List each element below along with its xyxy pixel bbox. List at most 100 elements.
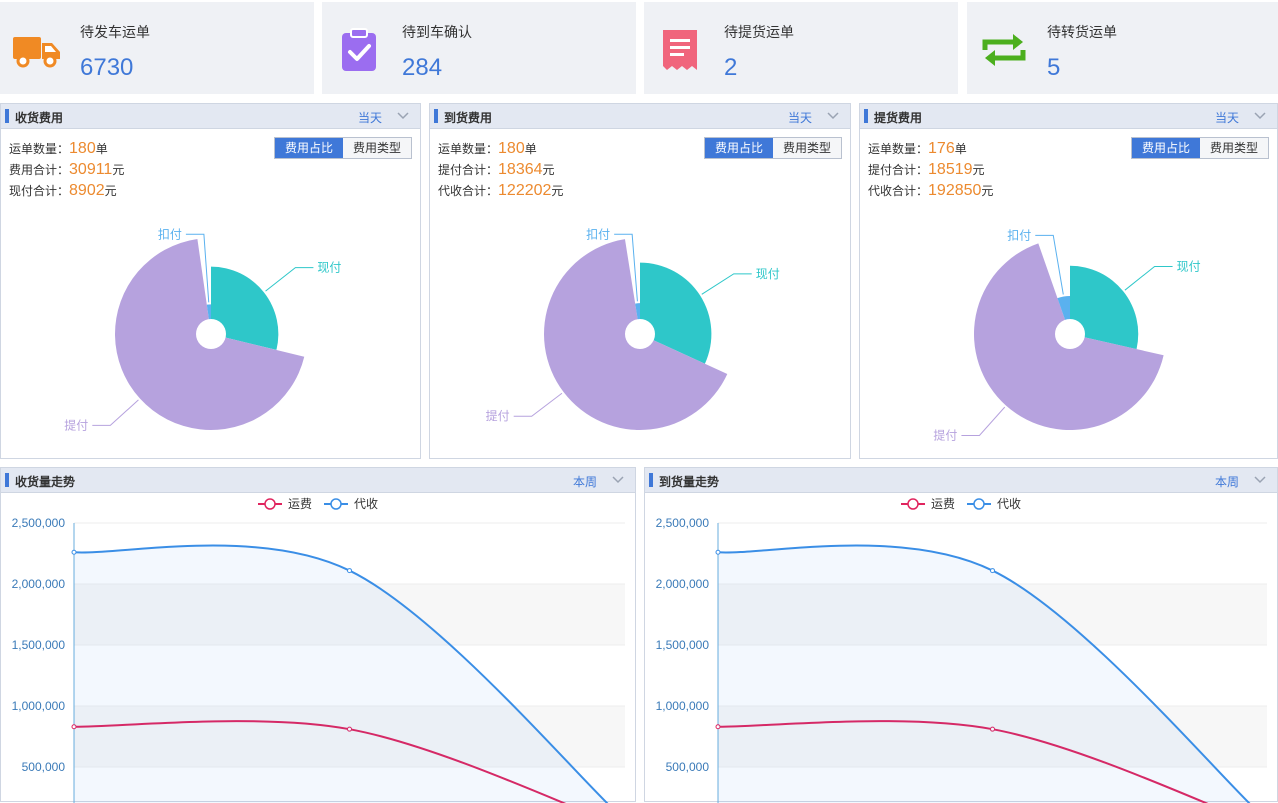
y-tick-label: 1,000,000	[656, 699, 710, 713]
y-tick-label: 500,000	[666, 760, 710, 774]
header-accent	[5, 109, 9, 123]
chevron-down-icon[interactable]	[826, 111, 840, 121]
pie-label-line	[513, 392, 563, 417]
stat-card-pending-arrival[interactable]: 待到车确认 284	[322, 2, 636, 94]
panel-header: 到货费用 当天	[430, 104, 850, 129]
legend-item[interactable]: 代收	[967, 497, 1021, 511]
fee-panel-arrival: 到货费用 当天 运单数量：180单 提付合计：18364元 代收合计：12220…	[429, 103, 851, 459]
toggle-fee-type[interactable]: 费用类型	[1199, 138, 1268, 158]
header-accent	[434, 109, 438, 123]
svg-text:运费: 运费	[288, 497, 312, 511]
fee-pie-chart: 现付提付 扣付	[486, 227, 780, 430]
legend-item[interactable]: 运费	[901, 497, 955, 511]
pie-label: 扣付	[586, 227, 610, 241]
y-tick-label: 2,500,000	[12, 516, 66, 530]
header-accent	[864, 109, 868, 123]
view-toggle: 费用占比 费用类型	[273, 137, 412, 159]
header-accent	[5, 473, 9, 487]
legend-item[interactable]: 代收	[324, 497, 378, 511]
pie-label-line	[701, 273, 752, 295]
data-point[interactable]	[715, 549, 721, 555]
stat-value: 5	[1047, 54, 1061, 81]
pie-label: 提付	[64, 417, 88, 432]
stat-card-pending-departure[interactable]: 待发车运单 6730	[0, 2, 314, 94]
data-point[interactable]	[347, 568, 352, 574]
stat-label: 待转货运单	[1047, 24, 1117, 40]
pie-label-line	[265, 267, 314, 292]
svg-text:运费: 运费	[931, 497, 955, 511]
receipt-icon	[663, 30, 697, 70]
pie-center-hole	[625, 319, 655, 349]
data-point[interactable]	[71, 549, 77, 555]
panel-title: 收货量走势	[15, 475, 76, 489]
range-select[interactable]: 本周	[573, 473, 597, 490]
pie-label: 现付	[317, 261, 341, 275]
y-tick-label: 500,000	[22, 760, 66, 774]
toggle-fee-ratio[interactable]: 费用占比	[704, 138, 773, 158]
pie-center-hole	[1055, 319, 1085, 349]
toggle-fee-type[interactable]: 费用类型	[342, 138, 411, 158]
metric-row: 运单数量：180单	[438, 140, 537, 157]
toggle-fee-type[interactable]: 费用类型	[772, 138, 841, 158]
trend-panel-receiving: 收货量走势 本周 2,500,000 2,000,000 1,500,000 1,00…	[0, 467, 636, 803]
legend-item[interactable]: 运费	[258, 497, 312, 511]
toggle-fee-ratio[interactable]: 费用占比	[1131, 138, 1200, 158]
panel-title: 提货费用	[874, 111, 923, 125]
stat-card-pending-transfer[interactable]: 待转货运单 5	[967, 2, 1278, 94]
clipboard-check-icon	[342, 28, 376, 71]
chevron-down-icon[interactable]	[611, 475, 625, 485]
metric-row: 运单数量：180单	[9, 140, 108, 157]
y-tick-label: 1,000,000	[12, 699, 66, 713]
pie-label: 现付	[756, 267, 780, 281]
svg-text:代收: 代收	[997, 497, 1021, 511]
stat-card-pending-pickup[interactable]: 待提货运单 2	[644, 2, 958, 94]
panel-title: 到货量走势	[659, 475, 720, 489]
view-toggle: 费用占比 费用类型	[1130, 137, 1269, 159]
metric-row: 提付合计：18519元	[868, 161, 985, 178]
truck-icon	[13, 37, 60, 68]
pie-label: 现付	[1177, 259, 1201, 273]
pie-label: 扣付	[158, 227, 182, 241]
pie-label: 扣付	[1007, 228, 1031, 242]
chevron-down-icon[interactable]	[1253, 475, 1267, 485]
transfer-arrows-icon	[982, 34, 1026, 66]
range-select[interactable]: 当天	[1215, 109, 1239, 126]
pie-label: 提付	[486, 408, 510, 423]
svg-text:代收: 代收	[354, 497, 378, 511]
pie-label-line	[961, 406, 1006, 436]
pie-center-hole	[196, 319, 226, 349]
y-tick-label: 1,500,000	[12, 638, 66, 652]
stat-label: 待发车运单	[80, 24, 150, 40]
range-select[interactable]: 当天	[788, 109, 812, 126]
panel-title: 到货费用	[444, 111, 493, 125]
chevron-down-icon[interactable]	[396, 111, 410, 121]
range-select[interactable]: 本周	[1215, 473, 1239, 490]
y-tick-label: 2,500,000	[656, 516, 710, 530]
y-tick-label: 1,500,000	[656, 638, 710, 652]
trend-line-chart: 2,500,000 2,000,000 1,500,000 1,000,000 500,…	[656, 497, 1267, 803]
panel-title: 收货费用	[15, 111, 64, 125]
panel-header: 收货费用 当天	[1, 104, 420, 129]
stat-value: 6730	[80, 54, 134, 81]
y-tick-label: 2,000,000	[656, 577, 710, 591]
range-select[interactable]: 当天	[358, 109, 382, 126]
fee-panel-receiving: 收货费用 当天 运单数量：180单 费用合计：30911元 现付合计：8902元…	[0, 103, 421, 459]
stat-value: 284	[402, 54, 443, 81]
panel-header: 收货量走势 本周	[1, 468, 635, 493]
trend-panel-arrival: 到货量走势 本周 2,500,000 2,000,000 1,500,000 1,00…	[644, 467, 1278, 803]
data-point[interactable]	[990, 568, 995, 574]
view-toggle: 费用占比 费用类型	[703, 137, 842, 159]
metric-row: 费用合计：30911元	[9, 161, 125, 178]
panel-header: 到货量走势 本周	[645, 468, 1277, 493]
stat-value: 2	[724, 54, 738, 81]
pie-label: 提付	[933, 427, 957, 442]
metric-row: 提付合计：18364元	[438, 161, 555, 178]
toggle-fee-ratio[interactable]: 费用占比	[274, 138, 343, 158]
chevron-down-icon[interactable]	[1253, 111, 1267, 121]
pie-label-line	[92, 399, 139, 426]
pie-label-line	[1124, 265, 1173, 291]
fee-pie-chart: 现付提付 扣付	[933, 228, 1201, 442]
panel-header: 提货费用 当天	[860, 104, 1277, 129]
fee-pie-chart: 现付提付 扣付	[64, 227, 341, 432]
stat-label: 待提货运单	[724, 24, 794, 40]
